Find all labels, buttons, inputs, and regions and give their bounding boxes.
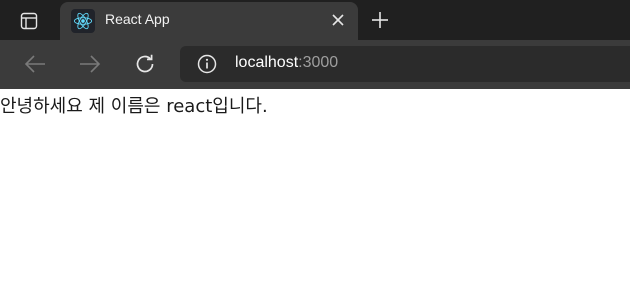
page-content: 안녕하세요 제 이름은 react입니다. bbox=[0, 89, 630, 290]
url-host: localhost bbox=[235, 54, 299, 71]
refresh-button[interactable] bbox=[130, 50, 160, 78]
new-tab-button[interactable] bbox=[367, 7, 393, 33]
browser-toolbar: localhost:3000 bbox=[0, 40, 630, 89]
react-logo-icon bbox=[71, 9, 95, 33]
info-icon bbox=[197, 54, 217, 74]
site-info-button[interactable] bbox=[196, 53, 218, 75]
back-arrow-icon bbox=[24, 55, 45, 73]
forward-arrow-icon bbox=[80, 55, 101, 73]
tab-title: React App bbox=[105, 11, 170, 27]
tab-react-app[interactable]: React App bbox=[60, 2, 358, 40]
plus-icon bbox=[372, 12, 388, 28]
close-icon bbox=[332, 14, 344, 26]
greeting-text: 안녕하세요 제 이름은 react입니다. bbox=[0, 96, 268, 117]
close-tab-button[interactable] bbox=[327, 9, 349, 31]
tab-actions-button[interactable] bbox=[12, 8, 46, 34]
address-bar[interactable]: localhost:3000 bbox=[180, 46, 630, 82]
tab-actions-icon bbox=[20, 12, 38, 30]
url-text[interactable]: localhost:3000 bbox=[235, 54, 338, 72]
forward-button[interactable] bbox=[75, 50, 105, 78]
refresh-icon bbox=[136, 54, 154, 73]
back-button[interactable] bbox=[20, 50, 50, 78]
browser-tab-bar: React App bbox=[0, 0, 630, 40]
url-port: :3000 bbox=[298, 54, 339, 71]
